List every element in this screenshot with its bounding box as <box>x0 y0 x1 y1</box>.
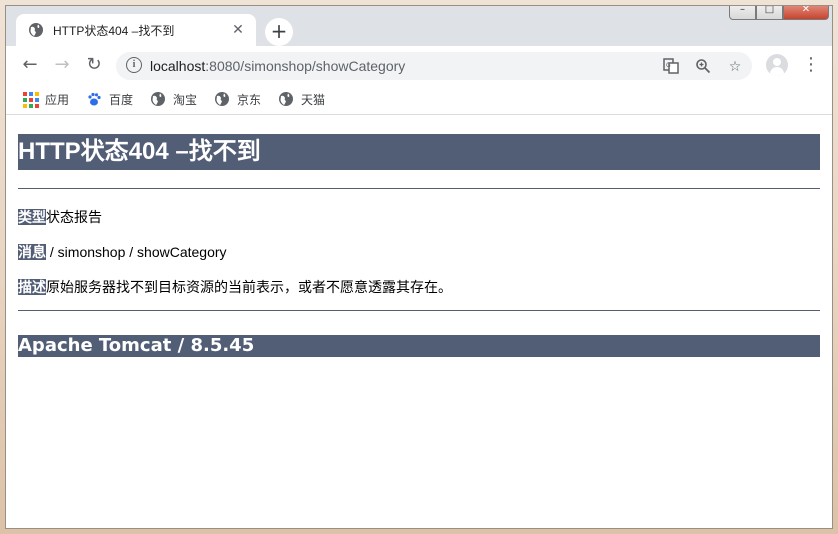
bookmark-star-icon[interactable]: ☆ <box>726 58 744 76</box>
bookmark-label: 淘宝 <box>173 92 198 107</box>
error-heading: HTTP状态404 –找不到 <box>18 134 820 170</box>
window-controls: – □ ✕ <box>729 6 829 20</box>
globe-icon <box>279 92 293 106</box>
type-line: 类型状态报告 <box>18 207 102 227</box>
bookmark-apps[interactable]: 应用 <box>22 89 69 109</box>
back-arrow-icon[interactable]: ← <box>18 54 42 78</box>
minimize-button[interactable]: – <box>729 6 756 20</box>
forward-arrow-icon[interactable]: → <box>50 54 74 78</box>
page-content: HTTP状态404 –找不到 类型状态报告 消息 / simonshop / s… <box>6 115 832 528</box>
url-path: :8080/simonshop/showCategory <box>205 58 406 74</box>
bookmark-tmall[interactable]: 天猫 <box>278 89 325 109</box>
bookmarks-bar: 应用 百度 淘宝 京东 天猫 <box>6 84 832 115</box>
type-label: 类型 <box>18 209 46 225</box>
close-window-button[interactable]: ✕ <box>783 6 829 20</box>
globe-icon <box>29 23 43 37</box>
translate-icon[interactable]: G <box>662 58 680 76</box>
bookmark-label: 京东 <box>237 92 262 107</box>
description-label: 描述 <box>18 279 46 295</box>
globe-icon <box>151 92 165 106</box>
message-line: 消息 / simonshop / showCategory <box>18 242 227 262</box>
message-value: / simonshop / showCategory <box>46 244 227 260</box>
site-info-icon[interactable]: i <box>126 57 142 73</box>
description-value: 原始服务器找不到目标资源的当前表示，或者不愿意透露其存在。 <box>46 279 452 295</box>
bookmark-jd[interactable]: 京东 <box>214 89 261 109</box>
description-line: 描述原始服务器找不到目标资源的当前表示，或者不愿意透露其存在。 <box>18 277 452 297</box>
bookmark-label: 百度 <box>109 92 134 107</box>
globe-icon <box>215 92 229 106</box>
browser-tab[interactable]: HTTP状态404 –找不到 ✕ <box>16 14 256 46</box>
maximize-button[interactable]: □ <box>756 6 783 20</box>
message-label: 消息 <box>18 244 46 260</box>
url-text[interactable]: localhost:8080/simonshop/showCategory <box>150 58 405 74</box>
new-tab-button[interactable]: + <box>265 18 293 46</box>
apps-grid-icon <box>22 91 39 108</box>
tab-title: HTTP状态404 –找不到 <box>53 23 175 38</box>
more-menu-icon[interactable]: ⋮ <box>802 54 820 76</box>
bookmark-label: 天猫 <box>301 92 326 107</box>
browser-toolbar: ← → ↻ i localhost:8080/simonshop/showCat… <box>6 46 832 84</box>
tab-strip: HTTP状态404 –找不到 ✕ + – □ ✕ <box>6 6 832 46</box>
url-host: localhost <box>150 58 206 74</box>
profile-avatar[interactable] <box>766 54 788 76</box>
bookmark-label: 应用 <box>45 92 70 107</box>
zoom-icon[interactable] <box>694 58 712 76</box>
baidu-paw-icon <box>88 92 101 106</box>
tab-close-icon[interactable]: ✕ <box>230 22 246 38</box>
server-footer: Apache Tomcat / 8.5.45 <box>18 335 820 357</box>
address-bar[interactable]: i localhost:8080/simonshop/showCategory … <box>116 52 752 80</box>
reload-icon[interactable]: ↻ <box>82 54 106 78</box>
svg-text:G: G <box>666 62 671 69</box>
type-value: 状态报告 <box>46 209 102 225</box>
divider <box>18 188 820 189</box>
divider <box>18 310 820 311</box>
browser-window: HTTP状态404 –找不到 ✕ + – □ ✕ ← → ↻ i localho… <box>6 6 832 528</box>
bookmark-baidu[interactable]: 百度 <box>86 89 133 109</box>
bookmark-taobao[interactable]: 淘宝 <box>150 89 197 109</box>
